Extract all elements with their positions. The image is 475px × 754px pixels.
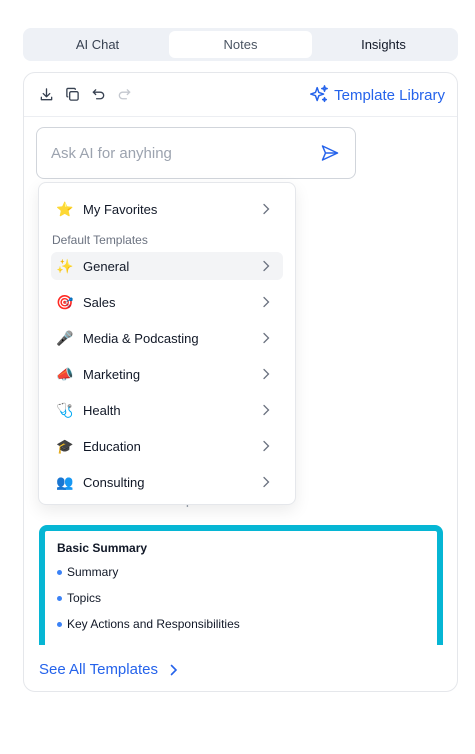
menu-item-label: Media & Podcasting xyxy=(83,330,199,346)
menu-item-consulting[interactable]: 👥 Consulting xyxy=(51,468,283,496)
send-icon[interactable] xyxy=(319,142,341,164)
chevron-right-icon xyxy=(170,664,178,675)
chevron-right-icon xyxy=(263,332,270,344)
chevron-right-icon xyxy=(263,440,270,452)
menu-item-general[interactable]: ✨ General xyxy=(51,252,283,280)
tab-bar: AI Chat Notes Insights xyxy=(23,28,458,61)
toolbar: Template Library xyxy=(24,73,457,117)
chevron-right-icon xyxy=(263,203,270,215)
star-icon: ⭐ xyxy=(56,200,74,217)
chevron-right-icon xyxy=(263,476,270,488)
ask-ai-box xyxy=(36,127,356,179)
bullet-icon xyxy=(57,595,62,601)
section-heading: Default Templates xyxy=(52,233,148,247)
sparkles-icon: ✨ xyxy=(56,257,74,274)
see-all-label: See All Templates xyxy=(39,661,158,678)
list-item-text: Summary xyxy=(67,565,119,579)
stethoscope-icon: 🩺 xyxy=(56,401,74,418)
tab-insights[interactable]: Insights xyxy=(312,31,455,58)
template-dropdown: ⭐ My Favorites Default Templates ✨ Gener… xyxy=(38,182,296,505)
microphone-icon: 🎤 xyxy=(56,329,74,346)
menu-item-health[interactable]: 🩺 Health xyxy=(51,396,283,424)
menu-item-sales[interactable]: 🎯 Sales xyxy=(51,288,283,316)
graduation-cap-icon: 🎓 xyxy=(56,437,74,454)
bullet-icon xyxy=(57,569,62,575)
template-library-button[interactable]: Template Library xyxy=(308,73,445,117)
template-card-title: Basic Summary xyxy=(57,541,148,555)
notes-panel: Template Library ⭐ My Favorites Default … xyxy=(23,72,458,692)
target-icon: 🎯 xyxy=(56,293,74,310)
list-item-text: Key Actions and Responsibilities xyxy=(67,617,240,631)
people-icon: 👥 xyxy=(56,473,74,490)
chevron-right-icon xyxy=(263,296,270,308)
megaphone-icon: 📣 xyxy=(56,365,74,382)
list-item-text: Topics xyxy=(67,591,102,605)
menu-item-label: Consulting xyxy=(83,474,145,490)
menu-item-label: Marketing xyxy=(83,366,141,382)
menu-item-marketing[interactable]: 📣 Marketing xyxy=(51,360,283,388)
menu-item-my-favorites[interactable]: ⭐ My Favorites xyxy=(51,195,283,223)
list-item: Key Actions and Responsibilities xyxy=(57,617,425,631)
sparkle-icon xyxy=(310,85,329,103)
ask-ai-input[interactable] xyxy=(51,144,319,162)
menu-item-label: Health xyxy=(83,402,121,418)
menu-item-label: General xyxy=(83,258,130,274)
see-all-templates-link[interactable]: See All Templates xyxy=(39,661,180,678)
download-icon[interactable] xyxy=(36,85,56,105)
chevron-right-icon xyxy=(263,368,270,380)
list-item: Topics xyxy=(57,591,425,605)
copy-icon[interactable] xyxy=(62,85,82,105)
menu-item-label: Education xyxy=(83,438,141,454)
template-card-basic-summary[interactable]: Basic Summary Summary Topics Key Actions… xyxy=(39,525,443,645)
chevron-right-icon xyxy=(263,260,270,272)
bullet-icon xyxy=(57,621,62,627)
list-item: Summary xyxy=(57,565,425,579)
chevron-right-icon xyxy=(263,404,270,416)
undo-icon[interactable] xyxy=(88,85,108,105)
menu-item-label: Sales xyxy=(83,294,116,310)
menu-item-media-podcasting[interactable]: 🎤 Media & Podcasting xyxy=(51,324,283,352)
template-library-label: Template Library xyxy=(334,86,445,104)
menu-item-education[interactable]: 🎓 Education xyxy=(51,432,283,460)
redo-icon[interactable] xyxy=(114,85,134,105)
tab-ai-chat[interactable]: AI Chat xyxy=(26,31,169,58)
tab-notes[interactable]: Notes xyxy=(169,31,312,58)
menu-item-label: My Favorites xyxy=(83,201,158,217)
